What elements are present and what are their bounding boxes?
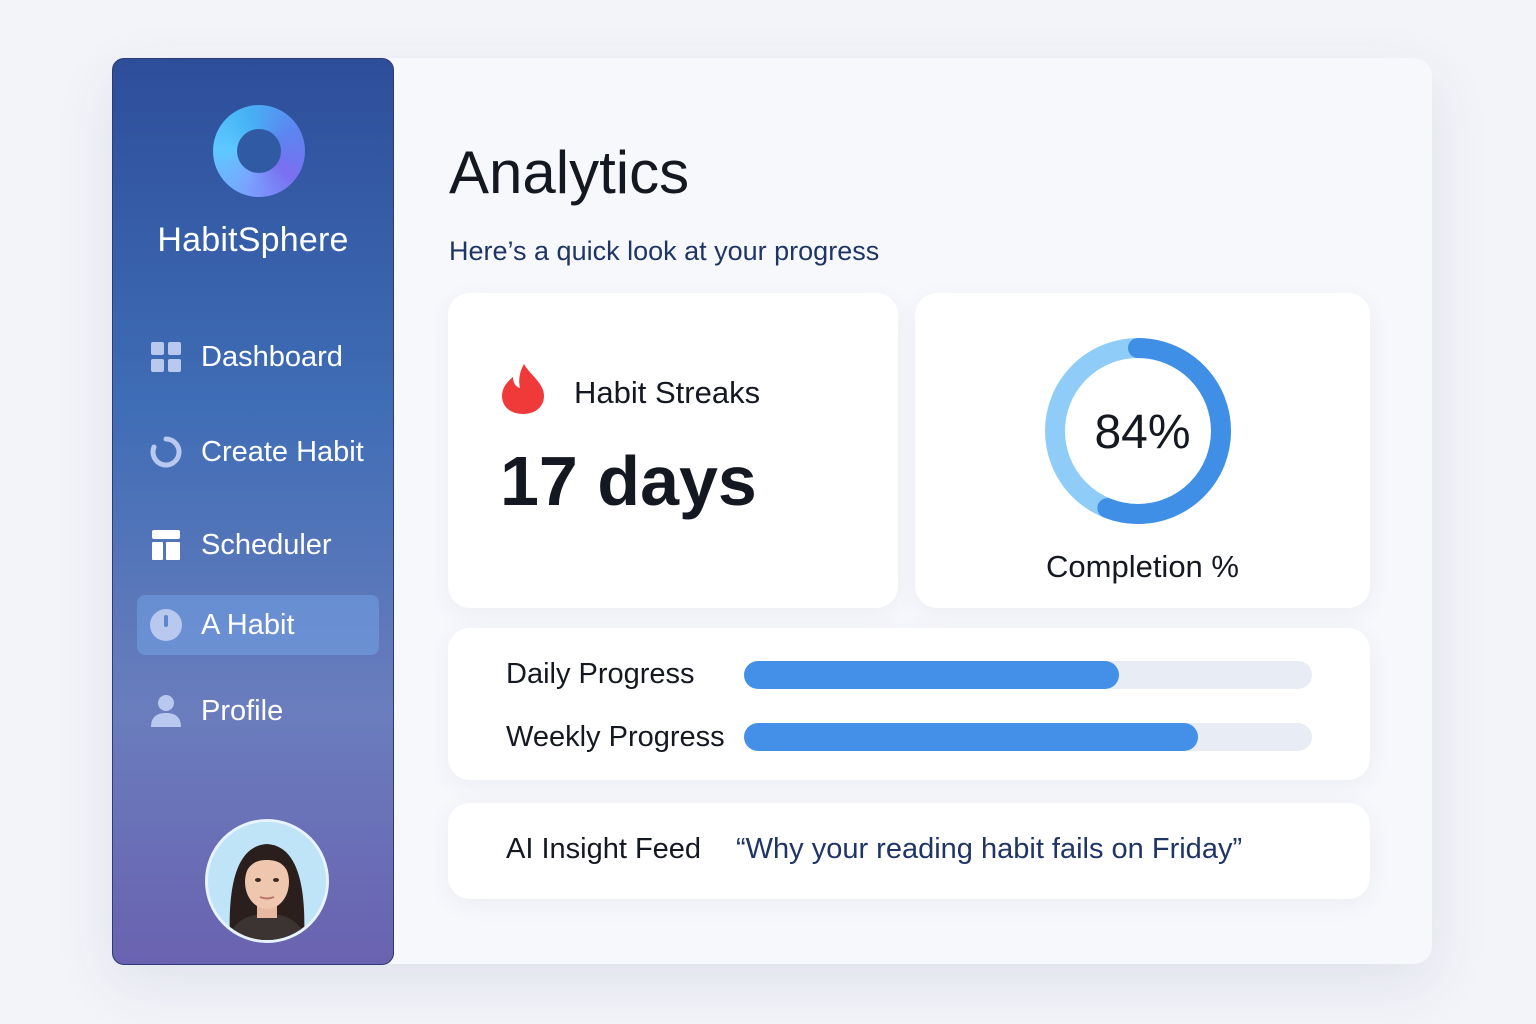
habit-streaks-card: Habit Streaks 17 days xyxy=(448,293,898,608)
ai-insight-label: AI Insight Feed xyxy=(506,833,702,865)
sidebar-item-scheduler[interactable]: Scheduler xyxy=(137,515,379,575)
page-subtitle: Here’s a quick look at your progress xyxy=(449,236,880,266)
user-icon xyxy=(149,694,183,728)
completion-label: Completion % xyxy=(1046,549,1239,584)
sidebar: HabitSphere Dashboard Create Habit Sched… xyxy=(112,58,394,965)
sidebar-item-label: Create Habit xyxy=(201,435,364,468)
sidebar-item-profile[interactable]: Profile xyxy=(137,681,379,741)
user-avatar[interactable] xyxy=(205,819,329,943)
habit-streaks-label: Habit Streaks xyxy=(574,375,761,410)
clock-icon xyxy=(149,608,183,642)
weekly-progress-label: Weekly Progress xyxy=(506,721,725,753)
daily-progress-fill xyxy=(744,661,1119,689)
grid-icon xyxy=(149,340,183,374)
weekly-progress-bar xyxy=(744,723,1312,751)
completion-card: 84% Completion % xyxy=(915,293,1370,608)
ai-insight-text[interactable]: “Why your reading habit fails on Friday” xyxy=(736,833,1242,866)
sidebar-item-label: A Habit xyxy=(201,608,295,641)
sidebar-item-label: Scheduler xyxy=(201,528,332,561)
sidebar-item-dashboard[interactable]: Dashboard xyxy=(137,327,379,387)
daily-progress-label: Daily Progress xyxy=(506,658,695,690)
sidebar-item-label: Dashboard xyxy=(201,340,343,373)
completion-value: 84% xyxy=(1094,406,1191,459)
page-title: Analytics xyxy=(449,139,690,206)
habit-streaks-value: 17 days xyxy=(500,442,757,520)
circular-arrow-icon xyxy=(149,435,183,469)
sidebar-item-a-habit[interactable]: A Habit xyxy=(137,595,379,655)
flame-icon xyxy=(500,363,546,420)
sidebar-item-label: Profile xyxy=(201,694,284,727)
app-name: HabitSphere xyxy=(157,221,349,259)
ring-logo-icon xyxy=(213,105,305,197)
weekly-progress-fill xyxy=(744,723,1199,751)
sidebar-item-create-habit[interactable]: Create Habit xyxy=(137,422,379,482)
progress-card: Daily Progress Weekly Progress xyxy=(448,628,1370,780)
daily-progress-bar xyxy=(744,661,1312,689)
ai-insight-card[interactable]: AI Insight Feed “Why your reading habit … xyxy=(448,803,1370,899)
calendar-icon xyxy=(149,528,183,562)
